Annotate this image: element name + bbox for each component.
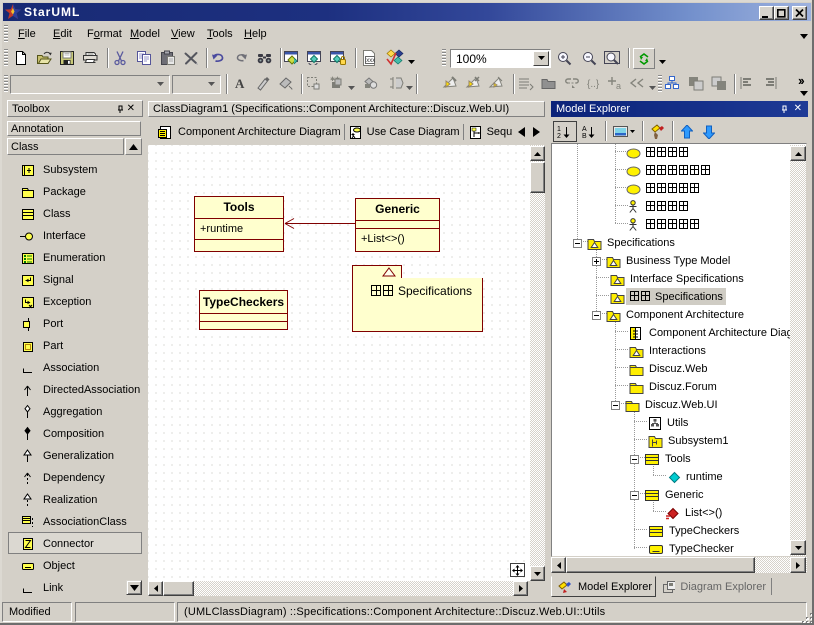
svg-text:1: 1 bbox=[557, 126, 561, 133]
svg-text:a: a bbox=[616, 81, 621, 91]
svg-text:2: 2 bbox=[557, 133, 561, 139]
svg-text:A: A bbox=[582, 126, 587, 133]
svg-text:xxx: xxx bbox=[366, 58, 375, 64]
svg-text:A: A bbox=[235, 76, 245, 91]
svg-text:{..}: {..} bbox=[587, 79, 600, 90]
svg-text:B: B bbox=[582, 133, 587, 139]
